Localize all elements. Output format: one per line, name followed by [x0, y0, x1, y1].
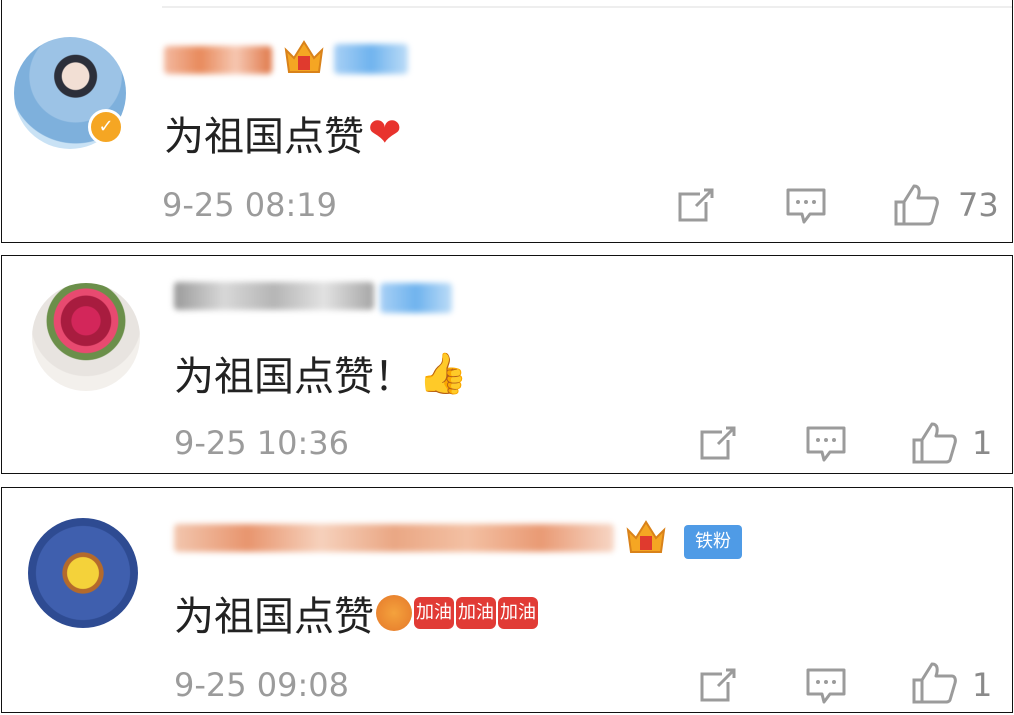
fan-badge: 铁粉 [684, 525, 742, 559]
comment-text-row: 为祖国点赞！ 👍 [174, 344, 468, 402]
comment-timestamp: 9-25 10:36 [174, 424, 350, 462]
share-icon[interactable] [696, 666, 738, 706]
fight-sticker-emoji-icon: 加油 [414, 597, 454, 629]
share-icon[interactable] [696, 424, 738, 464]
comment-text: 为祖国点赞！ [174, 354, 414, 400]
verified-badge-icon: ✓ [88, 109, 124, 145]
fight-sticker-emoji-icon: 加油 [456, 597, 496, 629]
thumbs-up-emoji-icon: 👍 [418, 350, 468, 397]
comment-card: 为祖国点赞！ 👍 9-25 10:36 1 [1, 255, 1013, 474]
username-blurred[interactable] [174, 524, 614, 552]
avatar[interactable] [32, 283, 140, 391]
like-count: 73 [958, 186, 999, 224]
share-icon[interactable] [674, 186, 716, 226]
comment-card: 铁粉 为祖国点赞 加油 加油 加油 9-25 09:08 1 [1, 487, 1013, 713]
comment-text: 为祖国点赞 [164, 114, 364, 160]
comment-text: 为祖国点赞 [174, 594, 374, 640]
comment-card: ✓ 为祖国点赞 ❤ 9-25 08:19 73 [1, 0, 1013, 243]
comment-text-row: 为祖国点赞 加油 加油 加油 [174, 584, 538, 642]
divider [162, 6, 1012, 8]
like-count: 1 [972, 424, 993, 462]
heart-emoji-icon: ❤ [368, 110, 402, 156]
member-tag-blurred [380, 283, 452, 313]
comment-icon[interactable] [804, 424, 848, 464]
thumbs-up-icon[interactable] [910, 420, 958, 466]
member-tag-blurred [334, 44, 408, 74]
comment-text-row: 为祖国点赞 ❤ [164, 104, 402, 162]
comment-timestamp: 9-25 09:08 [174, 666, 350, 704]
comment-timestamp: 9-25 08:19 [162, 186, 338, 224]
username-blurred[interactable] [164, 46, 272, 74]
thumbs-up-icon[interactable] [910, 660, 958, 706]
fight-sticker-emoji-icon: 加油 [498, 597, 538, 629]
crown-icon [284, 40, 324, 73]
avatar[interactable] [28, 518, 138, 628]
like-count: 1 [972, 666, 993, 704]
fist-salute-emoji-icon [376, 595, 412, 631]
thumbs-up-icon[interactable] [892, 182, 940, 228]
crown-icon [626, 520, 666, 553]
username-blurred[interactable] [174, 282, 374, 310]
comment-icon[interactable] [804, 666, 848, 706]
comment-icon[interactable] [784, 186, 828, 226]
